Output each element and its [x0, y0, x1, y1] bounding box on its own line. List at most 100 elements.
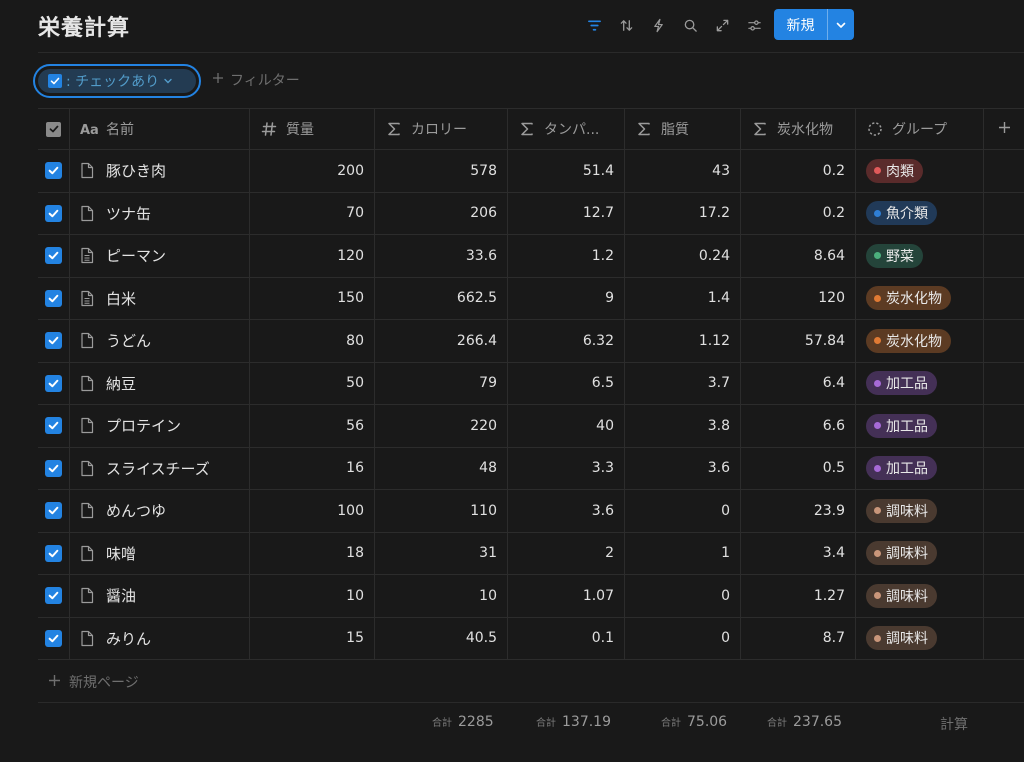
mass-cell[interactable]: 200: [250, 150, 375, 192]
column-header-carbs[interactable]: 炭水化物: [741, 109, 856, 149]
mass-cell[interactable]: 16: [250, 447, 375, 489]
row-checkbox[interactable]: [45, 629, 62, 647]
page-name[interactable]: 白米: [106, 288, 136, 309]
mass-cell[interactable]: 15: [250, 617, 375, 659]
calories-cell[interactable]: 206: [375, 192, 508, 234]
active-filter-chip[interactable]: : チェックあり: [33, 64, 201, 98]
group-cell[interactable]: 魚介類: [856, 192, 984, 234]
protein-cell[interactable]: 6.5: [508, 362, 625, 404]
page-name[interactable]: スライスチーズ: [106, 458, 210, 479]
name-cell[interactable]: めんつゆ: [70, 490, 250, 532]
calories-cell[interactable]: 662.5: [375, 277, 508, 319]
group-cell[interactable]: 炭水化物: [856, 277, 984, 319]
group-cell[interactable]: 調味料: [856, 617, 984, 659]
fat-cell[interactable]: 43: [625, 150, 741, 192]
page-name[interactable]: 味噌: [106, 543, 136, 564]
fat-cell[interactable]: 3.7: [625, 362, 741, 404]
row-checkbox[interactable]: [45, 502, 62, 520]
search-icon[interactable]: [674, 11, 706, 39]
calories-cell[interactable]: 79: [375, 362, 508, 404]
page-name[interactable]: 豚ひき肉: [106, 160, 166, 181]
row-select-cell[interactable]: [38, 405, 70, 447]
page-name[interactable]: みりん: [106, 628, 151, 649]
column-header-name[interactable]: Aa 名前: [70, 109, 250, 149]
row-checkbox[interactable]: [45, 374, 62, 392]
group-cell[interactable]: 野菜: [856, 235, 984, 277]
row-checkbox[interactable]: [45, 587, 62, 605]
name-cell[interactable]: 豚ひき肉: [70, 150, 250, 192]
table-row[interactable]: うどん 80 266.4 6.32 1.12 57.84 炭水化物: [38, 320, 1024, 363]
mass-cell[interactable]: 150: [250, 277, 375, 319]
name-cell[interactable]: 味噌: [70, 532, 250, 574]
row-select-cell[interactable]: [38, 150, 70, 192]
name-cell[interactable]: ツナ缶: [70, 192, 250, 234]
page-name[interactable]: プロテイン: [106, 415, 181, 436]
sum-carbs[interactable]: 合計 237.65: [767, 714, 842, 730]
group-cell[interactable]: 調味料: [856, 575, 984, 617]
protein-cell[interactable]: 12.7: [508, 192, 625, 234]
fat-cell[interactable]: 1: [625, 532, 741, 574]
mass-cell[interactable]: 56: [250, 405, 375, 447]
protein-cell[interactable]: 3.3: [508, 447, 625, 489]
row-select-cell[interactable]: [38, 532, 70, 574]
fat-cell[interactable]: 0.24: [625, 235, 741, 277]
protein-cell[interactable]: 9: [508, 277, 625, 319]
table-row[interactable]: 味噌 18 31 2 1 3.4 調味料: [38, 532, 1024, 575]
carbs-cell[interactable]: 0.2: [741, 150, 856, 192]
row-checkbox[interactable]: [45, 332, 62, 350]
name-cell[interactable]: 白米: [70, 277, 250, 319]
mass-cell[interactable]: 100: [250, 490, 375, 532]
table-row[interactable]: プロテイン 56 220 40 3.8 6.6 加工品: [38, 405, 1024, 448]
calories-cell[interactable]: 31: [375, 532, 508, 574]
row-select-cell[interactable]: [38, 447, 70, 489]
page-name[interactable]: ツナ缶: [106, 203, 151, 224]
column-header-mass[interactable]: 質量: [250, 109, 375, 149]
carbs-cell[interactable]: 6.4: [741, 362, 856, 404]
group-cell[interactable]: 加工品: [856, 362, 984, 404]
fat-cell[interactable]: 1.4: [625, 277, 741, 319]
calculate-button[interactable]: 計算: [940, 714, 968, 734]
column-header-protein[interactable]: タンパ...: [508, 109, 625, 149]
table-row[interactable]: みりん 15 40.5 0.1 0 8.7 調味料: [38, 617, 1024, 660]
page-name[interactable]: めんつゆ: [106, 500, 166, 521]
sum-fat[interactable]: 合計 75.06: [661, 714, 727, 730]
carbs-cell[interactable]: 0.5: [741, 447, 856, 489]
carbs-cell[interactable]: 120: [741, 277, 856, 319]
mass-cell[interactable]: 10: [250, 575, 375, 617]
column-header-calories[interactable]: カロリー: [375, 109, 508, 149]
automation-icon[interactable]: [642, 11, 674, 39]
table-row[interactable]: スライスチーズ 16 48 3.3 3.6 0.5 加工品: [38, 447, 1024, 490]
row-checkbox[interactable]: [45, 459, 62, 477]
select-all-checkbox[interactable]: [46, 121, 61, 137]
page-name[interactable]: 納豆: [106, 373, 136, 394]
carbs-cell[interactable]: 0.2: [741, 192, 856, 234]
fat-cell[interactable]: 17.2: [625, 192, 741, 234]
row-checkbox[interactable]: [45, 204, 62, 222]
carbs-cell[interactable]: 8.64: [741, 235, 856, 277]
name-cell[interactable]: 醤油: [70, 575, 250, 617]
calories-cell[interactable]: 10: [375, 575, 508, 617]
row-checkbox[interactable]: [45, 289, 62, 307]
fat-cell[interactable]: 0: [625, 575, 741, 617]
add-column-button[interactable]: [984, 109, 1024, 149]
carbs-cell[interactable]: 23.9: [741, 490, 856, 532]
mass-cell[interactable]: 50: [250, 362, 375, 404]
name-cell[interactable]: うどん: [70, 320, 250, 362]
row-checkbox[interactable]: [45, 544, 62, 562]
protein-cell[interactable]: 3.6: [508, 490, 625, 532]
row-select-cell[interactable]: [38, 575, 70, 617]
group-cell[interactable]: 加工品: [856, 447, 984, 489]
carbs-cell[interactable]: 6.6: [741, 405, 856, 447]
fat-cell[interactable]: 0: [625, 490, 741, 532]
table-row[interactable]: 納豆 50 79 6.5 3.7 6.4 加工品: [38, 362, 1024, 405]
page-name[interactable]: 醤油: [106, 585, 136, 606]
fat-cell[interactable]: 0: [625, 617, 741, 659]
calories-cell[interactable]: 266.4: [375, 320, 508, 362]
table-row[interactable]: めんつゆ 100 110 3.6 0 23.9 調味料: [38, 490, 1024, 533]
calories-cell[interactable]: 110: [375, 490, 508, 532]
column-header-group[interactable]: グループ: [856, 109, 984, 149]
name-cell[interactable]: みりん: [70, 617, 250, 659]
carbs-cell[interactable]: 8.7: [741, 617, 856, 659]
page-name[interactable]: ピーマン: [106, 245, 166, 266]
sort-icon[interactable]: [610, 11, 642, 39]
